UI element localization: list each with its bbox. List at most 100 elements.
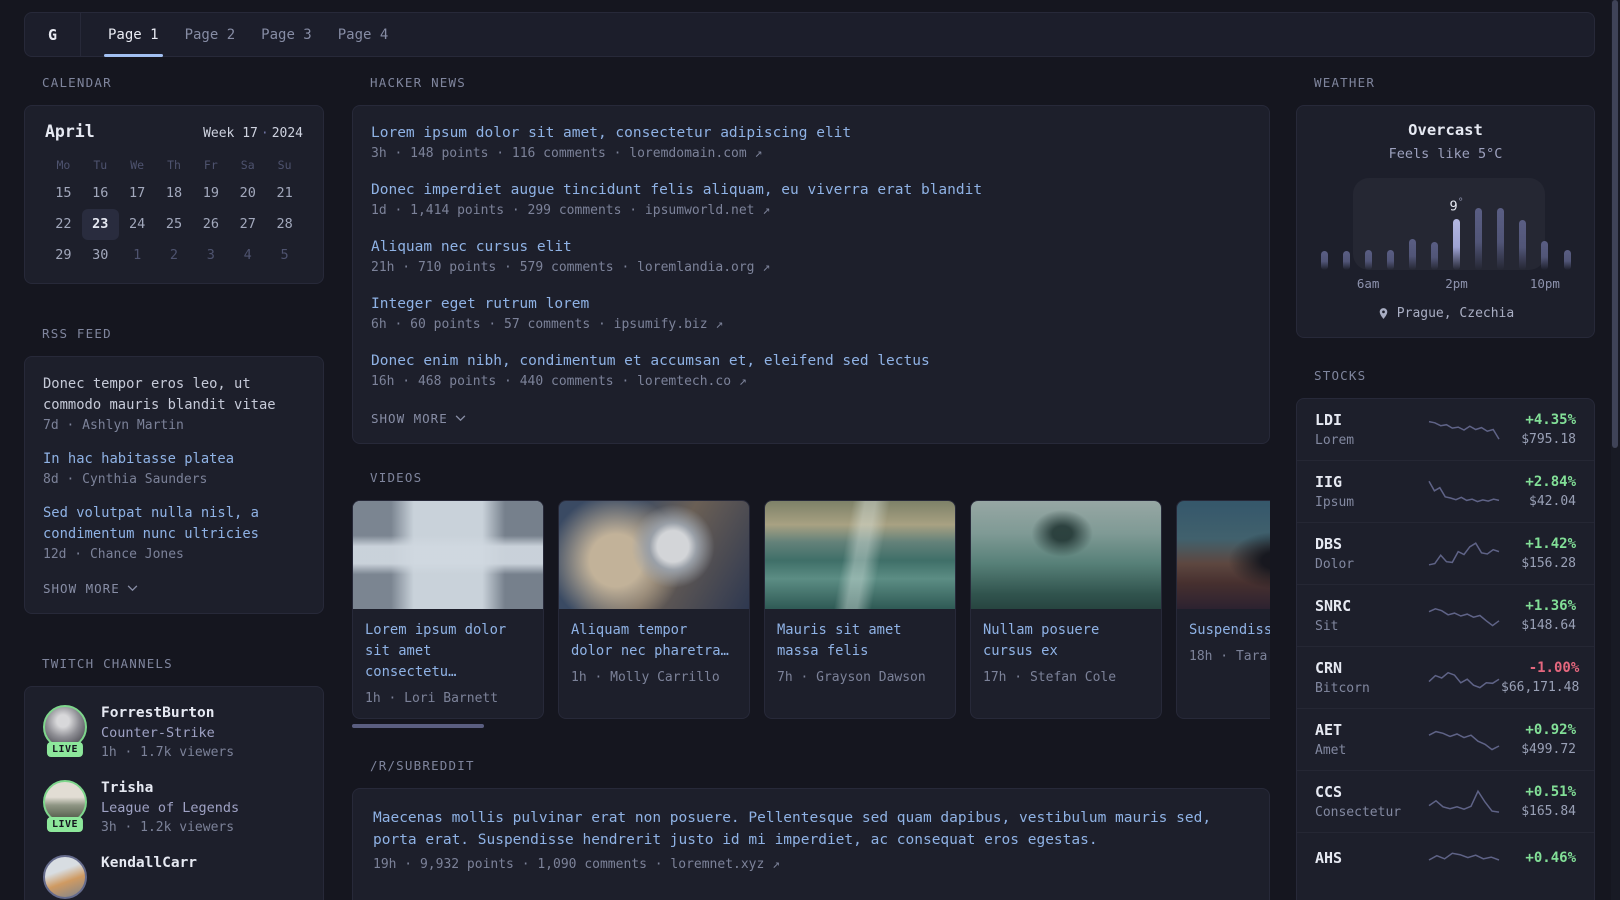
calendar-separator: · [260,126,269,141]
hackernews-item: Aliquam nec cursus elit 21h · 710 points… [371,237,1251,275]
stock-change: +0.51% [1525,784,1576,800]
hackernews-item-title[interactable]: Donec enim nibh, condimentum et accumsan… [371,351,1251,371]
stock-change: +1.42% [1525,536,1576,552]
twitch-header: TWITCH CHANNELS [42,656,173,671]
stock-price: $42.04 [1529,494,1576,509]
video-card[interactable]: Suspendisse diam 18h · Tara [1176,500,1270,719]
twitch-channel-info: Trisha League of Legends 3h · 1.2k viewe… [101,780,239,835]
stock-values: +2.84% $42.04 [1501,474,1576,509]
stock-row[interactable]: AHS +0.46% [1297,832,1594,887]
hackernews-header: HACKER NEWS [370,75,466,90]
rss-widget: RSS FEED Donec tempor eros leo, ut commo… [24,326,324,614]
stock-row[interactable]: CCS Consectetur +0.51% $165.84 [1297,770,1594,832]
page-scrollbar-track[interactable] [1611,0,1620,900]
stock-name: Bitcorn [1315,681,1370,696]
page-tab[interactable]: Page 2 [172,13,249,56]
video-title[interactable]: Nullam posuere cursus ex [983,620,1149,662]
stock-change: +0.46% [1525,850,1576,866]
calendar-week-year: Week 17 · 2024 [203,126,303,141]
stock-row[interactable]: AET Amet +0.92% $499.72 [1297,708,1594,770]
page-tab-label: Page 1 [108,26,159,43]
stocks-card: LDI Lorem +4.35% $795.18 IIG Ipsum +2.84… [1296,398,1595,900]
calendar-week: Week 17 [203,126,258,141]
weather-chart: 9° 6am 2pm 10pm [1320,178,1571,292]
subreddit-post-title[interactable]: Maecenas mollis pulvinar erat non posuer… [373,807,1249,851]
rss-show-more-label: SHOW MORE [43,581,120,596]
video-title[interactable]: Suspendisse diam [1189,620,1270,641]
twitch-channel-name[interactable]: KendallCarr [101,855,197,871]
stock-row[interactable]: SNRC Sit +1.36% $148.64 [1297,584,1594,646]
twitch-channel-row[interactable]: LIVE Trisha League of Legends 3h · 1.2k … [43,780,305,835]
page-tab[interactable]: Page 4 [325,13,402,56]
hackernews-show-more-button[interactable]: SHOW MORE [371,411,466,426]
twitch-avatar-wrap: LIVE [43,705,87,757]
twitch-channel-name[interactable]: Trisha [101,780,239,796]
chevron-down-icon [455,415,466,422]
hackernews-item-meta: 21h · 710 points · 579 comments · loreml… [371,260,771,275]
video-thumbnail [559,501,749,609]
stock-name: Amet [1315,743,1347,758]
hackernews-item: Lorem ipsum dolor sit amet, consectetur … [371,123,1251,161]
calendar-day: 18 [165,185,183,201]
stock-symbol: CCS [1315,783,1343,801]
video-meta: 7h · Grayson Dawson [777,670,926,685]
left-column: CALENDAR April Week 17 · 2024 Mo Tu We Th Fr Sa… [24,75,324,900]
page-tab[interactable]: Page 1 [95,13,172,57]
stock-sparkline [1428,730,1500,750]
stock-values: +1.42% $156.28 [1501,536,1576,571]
stock-change: +4.35% [1525,412,1576,428]
stocks-header: STOCKS [1314,368,1367,383]
page-tab[interactable]: Page 3 [248,13,325,56]
hackernews-item-meta: 1d · 1,414 points · 299 comments · ipsum… [371,203,771,218]
hackernews-item-title[interactable]: Aliquam nec cursus elit [371,237,1251,257]
video-meta: 18h · Tara [1189,649,1268,664]
calendar-day: 29 [55,247,72,263]
twitch-channel-name[interactable]: ForrestBurton [101,705,234,721]
stock-row[interactable]: DBS Dolor +1.42% $156.28 [1297,522,1594,584]
calendar-year: 2024 [271,126,303,141]
stock-row[interactable]: LDI Lorem +4.35% $795.18 [1297,399,1594,460]
calendar-month: April [45,122,95,141]
calendar-day: 20 [239,185,256,201]
twitch-avatar-wrap [43,855,87,899]
rss-item-title[interactable]: In hac habitasse platea [43,449,305,470]
stock-row[interactable]: IIG Ipsum +2.84% $42.04 [1297,460,1594,522]
twitch-card: LIVE ForrestBurton Counter-Strike 1h · 1… [24,686,324,900]
stock-row[interactable]: CRN Bitcorn -1.00% $66,171.48 [1297,646,1594,708]
subreddit-card: Maecenas mollis pulvinar erat non posuer… [352,788,1270,900]
weather-widget: WEATHER Overcast Feels like 5°C 9° 6am 2p… [1296,75,1595,338]
avatar [43,855,87,899]
twitch-channel-row[interactable]: LIVE ForrestBurton Counter-Strike 1h · 1… [43,705,305,760]
stock-price: $499.72 [1521,742,1576,757]
video-card[interactable]: Aliquam tempor dolor nec pharetra… 1h · … [558,500,750,719]
stock-symbol: IIG [1315,473,1343,491]
app-logo[interactable]: G [25,13,81,56]
stocks-widget: STOCKS LDI Lorem +4.35% $795.18 IIG Ipsu… [1296,368,1595,900]
hackernews-card: Lorem ipsum dolor sit amet, consectetur … [352,105,1270,444]
hackernews-item-title[interactable]: Lorem ipsum dolor sit amet, consectetur … [371,123,1251,143]
hackernews-item-title[interactable]: Donec imperdiet augue tincidunt felis al… [371,180,1251,200]
video-title[interactable]: Mauris sit amet massa felis [777,620,943,662]
stock-values: -1.00% $66,171.48 [1501,660,1579,695]
weather-bars: 9° [1320,178,1571,270]
video-title[interactable]: Lorem ipsum dolor sit amet consectetu… [365,620,531,683]
calendar-day: 2 [169,247,179,263]
tabs: Page 1 Page 2 Page 3 Page 4 [81,13,402,57]
calendar-widget: CALENDAR April Week 17 · 2024 Mo Tu We Th Fr Sa… [24,75,324,284]
subreddit-widget: /R/SUBREDDIT Maecenas mollis pulvinar er… [352,758,1270,900]
stock-name: Lorem [1315,433,1355,448]
rss-item-title[interactable]: Donec tempor eros leo, ut commodo mauris… [43,374,305,416]
video-card[interactable]: Mauris sit amet massa felis 7h · Grayson… [764,500,956,719]
rss-show-more-button[interactable]: SHOW MORE [43,581,138,596]
weather-bar [1563,250,1571,270]
videos-scroll-indicator[interactable] [352,724,484,728]
video-card[interactable]: Lorem ipsum dolor sit amet consectetu… 1… [352,500,544,719]
stock-sparkline [1428,420,1500,439]
video-title[interactable]: Aliquam tempor dolor nec pharetra… [571,620,737,662]
video-card[interactable]: Nullam posuere cursus ex 17h · Stefan Co… [970,500,1162,719]
chevron-down-icon [127,585,138,592]
rss-item-title[interactable]: Sed volutpat nulla nisl, a condimentum n… [43,503,305,545]
hackernews-item-title[interactable]: Integer eget rutrum lorem [371,294,1251,314]
twitch-channel-row[interactable]: KendallCarr [43,855,305,899]
page-scrollbar-thumb[interactable] [1612,0,1618,448]
